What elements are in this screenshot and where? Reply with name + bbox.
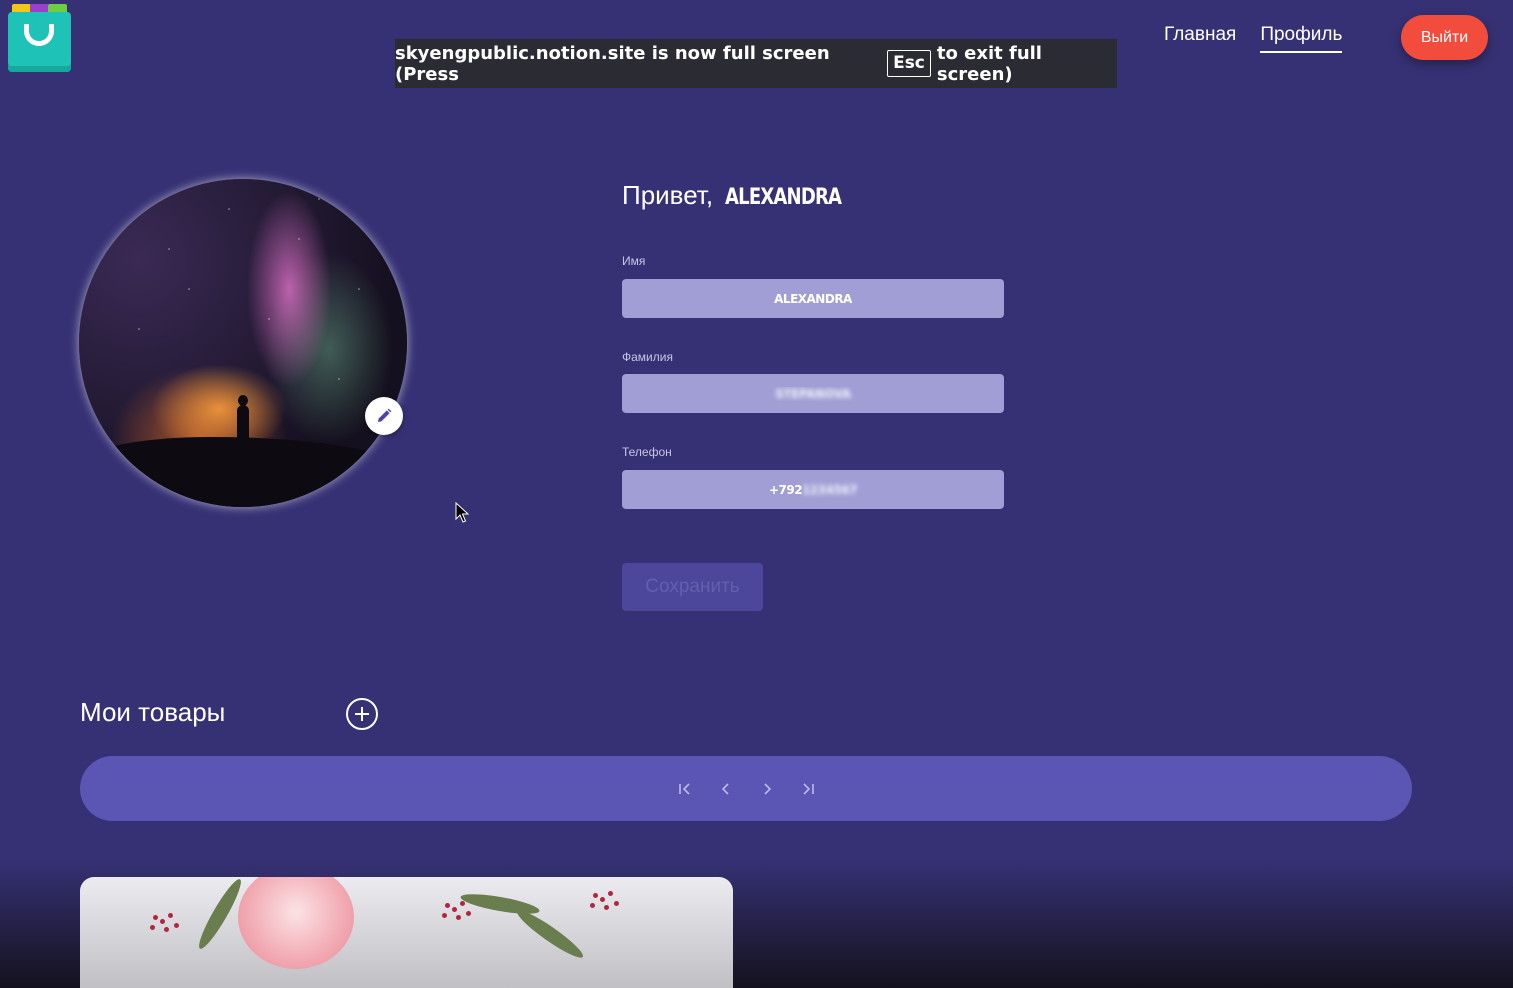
greeting-user-name: ALEXANDRA <box>725 185 842 210</box>
main-nav: Главная Профиль <box>1164 24 1343 53</box>
first-page-icon <box>678 782 690 795</box>
product-image-flower <box>238 877 354 969</box>
save-button[interactable]: Сохранить <box>622 563 763 611</box>
phone-label: Телефон <box>622 445 672 459</box>
avatar-silhouette <box>237 395 249 463</box>
last-page-button[interactable] <box>798 779 818 799</box>
app-logo[interactable] <box>8 2 71 72</box>
edit-avatar-button[interactable] <box>365 397 403 435</box>
product-card[interactable] <box>80 877 733 988</box>
product-image-leaf <box>513 905 587 963</box>
fullscreen-notice: skyengpublic.notion.site is now full scr… <box>395 39 1117 88</box>
fullscreen-notice-text-before: skyengpublic.notion.site is now full scr… <box>395 42 830 85</box>
add-product-button[interactable] <box>346 698 378 730</box>
phone-prefix: +792 <box>768 482 803 497</box>
last-page-icon <box>802 782 814 795</box>
my-goods-title: Мои товары <box>80 697 226 727</box>
product-image-sprig <box>600 897 605 902</box>
phone-rest: 1234567 <box>802 482 858 497</box>
greeting-text: Привет, <box>622 180 714 210</box>
greeting: Привет, ALEXANDRA <box>622 180 867 211</box>
plus-circle-icon <box>355 707 369 721</box>
profile-avatar <box>79 179 407 507</box>
fullscreen-notice-text-after: to exit full screen) <box>936 42 1042 85</box>
mouse-cursor-icon <box>455 502 469 523</box>
shopping-bag-icon <box>8 12 71 72</box>
last-name-label: Фамилия <box>622 350 673 364</box>
first-name-field[interactable] <box>622 279 1004 318</box>
nav-profile-link[interactable]: Профиль <box>1260 24 1343 53</box>
product-image-sprig <box>452 907 457 912</box>
next-page-button[interactable] <box>757 779 777 799</box>
logout-button[interactable]: Выйти <box>1401 15 1488 60</box>
esc-key-badge: Esc <box>887 50 931 77</box>
last-name-field[interactable] <box>622 374 1004 413</box>
products-pager <box>80 756 1412 821</box>
phone-field[interactable]: +792 1234567 <box>622 470 1004 509</box>
first-name-label: Имя <box>622 254 646 268</box>
prev-page-button[interactable] <box>716 779 736 799</box>
chevron-right-icon <box>763 782 771 795</box>
nav-home-link[interactable]: Главная <box>1164 24 1236 53</box>
product-image-sprig <box>160 919 165 924</box>
first-page-button[interactable] <box>675 779 695 799</box>
pencil-icon <box>378 408 392 422</box>
chevron-left-icon <box>721 782 729 795</box>
